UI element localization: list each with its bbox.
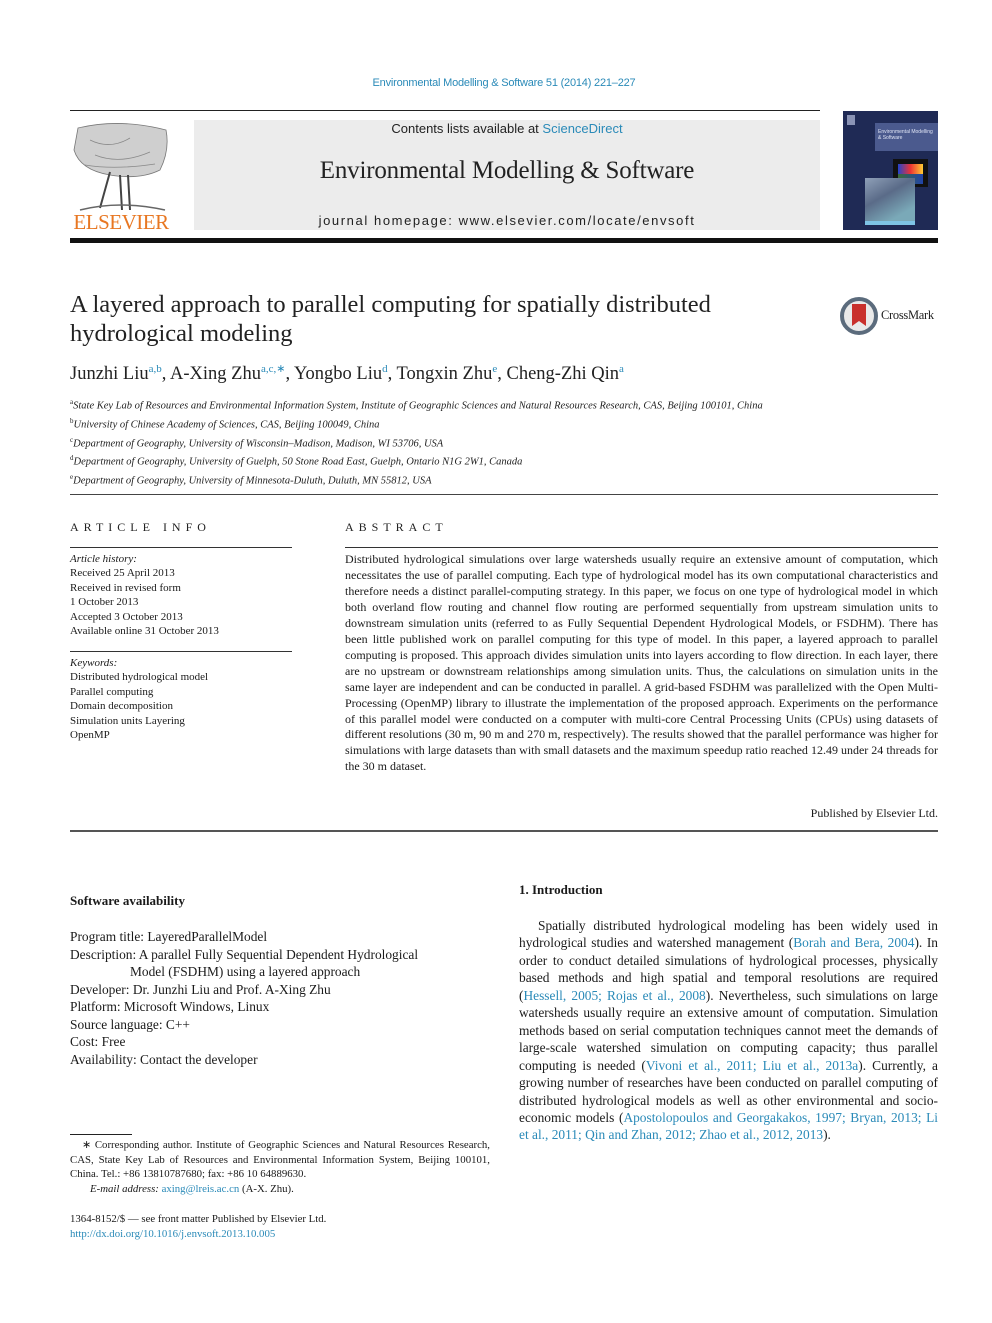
header-top-rule — [70, 110, 820, 111]
affiliation-text: University of Chinese Academy of Science… — [73, 419, 380, 431]
author-separator: , — [387, 364, 397, 385]
citation-link[interactable]: Borah and Bera, 2004 — [793, 935, 914, 950]
author[interactable]: Cheng-Zhi Qina — [506, 363, 624, 385]
footnote-rule — [70, 1134, 132, 1135]
keyword: Parallel computing — [70, 685, 154, 698]
sw-description-cont: Model (FSDHM) using a layered approach — [130, 964, 361, 979]
intro-text-segment: ). — [823, 1127, 831, 1143]
author-name: Yongbo Liu — [294, 364, 383, 385]
cover-title: Environmental Modelling & Software — [878, 129, 933, 141]
crossmark-badge[interactable]: CrossMark — [840, 296, 940, 336]
affiliation: dDepartment of Geography, University of … — [70, 451, 830, 470]
author[interactable]: Junzhi Liua,b — [70, 363, 162, 385]
affiliation: eDepartment of Geography, University of … — [70, 470, 830, 489]
affiliation-text: Department of Geography, University of M… — [73, 475, 432, 487]
abstract-heading: ABSTRACT — [345, 520, 448, 534]
affiliation: bUniversity of Chinese Academy of Scienc… — [70, 414, 830, 433]
sw-cost: Cost: Free — [70, 1034, 126, 1049]
keyword: Simulation units Layering — [70, 714, 185, 727]
corresponding-author-footnote: ∗ Corresponding author. Institute of Geo… — [70, 1138, 490, 1196]
citation-link[interactable]: Vivoni et al., 2011; Liu et al., 2013a — [646, 1058, 858, 1073]
affiliation: cDepartment of Geography, University of … — [70, 433, 830, 452]
email-link[interactable]: axing@lreis.ac.cn — [162, 1183, 240, 1195]
sw-language: Source language: C++ — [70, 1016, 190, 1032]
front-matter: 1364-8152/$ — see front matter Published… — [70, 1212, 490, 1241]
abstract-text: Distributed hydrological simulations ove… — [345, 552, 938, 774]
sw-program-title: Program title: LayeredParallelModel — [70, 929, 268, 944]
author-separator: , — [285, 364, 295, 385]
cover-strip — [865, 221, 915, 225]
sw-developer: Developer: Dr. Junzhi Liu and Prof. A-Xi… — [70, 981, 331, 997]
contents-line: Contents lists available at ScienceDirec… — [194, 121, 820, 136]
keywords-label: Keywords: — [70, 657, 118, 669]
journal-cover-image[interactable]: Environmental Modelling & Software — [843, 111, 938, 230]
issn-line: 1364-8152/$ — see front matter Published… — [70, 1213, 327, 1225]
email-line: E-mail address: axing@lreis.ac.cn (A-X. … — [70, 1182, 490, 1197]
author-name: Cheng-Zhi Qin — [506, 364, 620, 385]
author[interactable]: Yongbo Liud — [294, 363, 388, 385]
article-history-label: Article history: — [70, 553, 137, 565]
published-by: Published by Elsevier Ltd. — [810, 806, 938, 820]
sw-description: Description: A parallel Fully Sequential… — [70, 946, 419, 962]
affiliation-text: State Key Lab of Resources and Environme… — [73, 400, 763, 412]
sw-availability: Availability: Contact the developer — [70, 1051, 258, 1067]
article-info-heading: ARTICLE INFO — [70, 520, 211, 534]
journal-reference-link[interactable]: Environmental Modelling & Software 51 (2… — [0, 77, 992, 89]
email-suffix: (A-X. Zhu). — [239, 1182, 294, 1195]
contents-prefix: Contents lists available at — [391, 121, 543, 136]
history-item: Received 25 April 2013 — [70, 567, 175, 580]
author-affil-sup[interactable]: a — [619, 363, 624, 375]
software-availability-list: Program title: LayeredParallelModel Desc… — [70, 928, 490, 1068]
history-item: Received in revised form — [70, 581, 181, 594]
cover-satellite-image — [865, 178, 915, 221]
keyword: Domain decomposition — [70, 700, 173, 713]
header-thick-rule — [70, 238, 938, 243]
article-info-rule — [70, 547, 292, 548]
author-affil-sup[interactable]: a,b — [149, 363, 162, 375]
author[interactable]: A-Xing Zhua,c,∗ — [170, 363, 285, 385]
doi-link[interactable]: http://dx.doi.org/10.1016/j.envsoft.2013… — [70, 1227, 490, 1242]
paper-title: A layered approach to parallel computing… — [70, 291, 711, 347]
author-list: Junzhi Liua,b, A-Xing Zhua,c,∗, Yongbo L… — [70, 362, 830, 385]
cover-elsevier-icon — [847, 115, 855, 125]
journal-homepage[interactable]: journal homepage: www.elsevier.com/locat… — [194, 213, 820, 228]
sciencedirect-link[interactable]: ScienceDirect — [542, 121, 622, 136]
elsevier-wordmark: ELSEVIER — [73, 210, 169, 234]
abstract-bottom-rule — [70, 830, 938, 832]
author-name: Tongxin Zhu — [396, 364, 493, 385]
history-item: Available online 31 October 2013 — [70, 625, 219, 638]
history-item: Accepted 3 October 2013 — [70, 610, 183, 623]
author-separator: , — [161, 364, 170, 385]
affiliation: aState Key Lab of Resources and Environm… — [70, 395, 830, 414]
author[interactable]: Tongxin Zhue — [396, 363, 498, 385]
affiliations: aState Key Lab of Resources and Environm… — [70, 395, 830, 489]
crossmark-icon — [840, 297, 878, 335]
affiliation-text: Department of Geography, University of G… — [73, 456, 523, 468]
keyword: OpenMP — [70, 729, 110, 742]
corresponding-author-text: ∗ Corresponding author. Institute of Geo… — [70, 1139, 490, 1181]
introduction-paragraph: Spatially distributed hydrological model… — [519, 917, 938, 1144]
author-name: Junzhi Liu — [70, 364, 149, 385]
author-affil-sup[interactable]: a,c,∗ — [261, 363, 285, 375]
email-label: E-mail address: — [90, 1182, 162, 1195]
crossmark-label: CrossMark — [881, 308, 934, 322]
journal-title: Environmental Modelling & Software — [319, 157, 695, 184]
keywords-rule — [70, 651, 292, 652]
keyword: Distributed hydrological model — [70, 671, 209, 684]
sw-platform: Platform: Microsoft Windows, Linux — [70, 999, 270, 1014]
affiliation-text: Department of Geography, University of W… — [73, 438, 444, 450]
abstract-rule — [345, 547, 938, 548]
history-item: 1 October 2013 — [70, 596, 139, 609]
author-name: A-Xing Zhu — [170, 364, 261, 385]
citation-link[interactable]: Hessell, 2005; Rojas et al., 2008 — [523, 988, 705, 1003]
introduction-heading: 1. Introduction — [519, 882, 603, 897]
keywords: Keywords: Distributed hydrological model… — [70, 656, 300, 742]
software-availability-heading: Software availability — [70, 893, 185, 908]
section-divider — [70, 494, 938, 495]
article-history: Article history: Received 25 April 2013 … — [70, 552, 300, 638]
